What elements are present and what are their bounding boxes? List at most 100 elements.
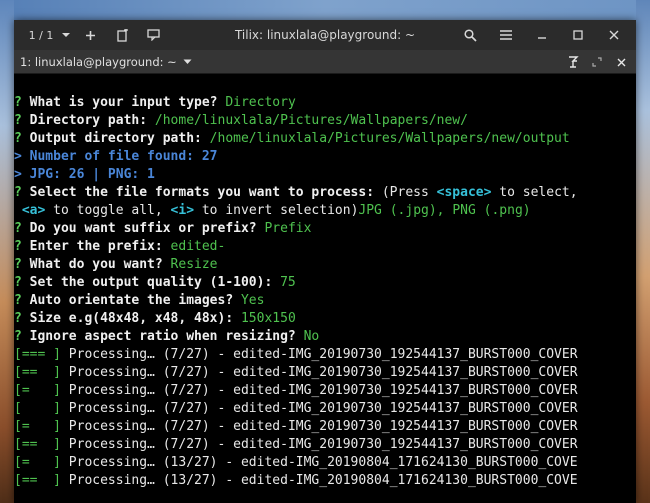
terminal-line: ? Directory path: /home/linuxlala/Pictur… (14, 112, 636, 130)
terminal-text: ? (14, 329, 30, 344)
terminal-text: What do you want? (29, 257, 171, 272)
terminal-output[interactable]: ? What is your input type? Directory? Di… (14, 74, 636, 503)
terminal-line: ? Select the file formats you want to pr… (14, 184, 636, 202)
terminal-text: edited- (170, 239, 226, 254)
terminal-line: ? Size e.g(48x48, x48, 48x): 150x150 (14, 310, 636, 328)
titlebar-right-controls (454, 24, 630, 46)
close-icon[interactable] (614, 53, 628, 71)
terminal-text: ? (14, 185, 30, 200)
terminal-text: ? (14, 239, 30, 254)
terminal-line: [=== ] Processing… (7/27) - edited-IMG_2… (14, 346, 636, 364)
chevron-down-icon[interactable] (58, 24, 74, 46)
terminal-line: ? Do you want suffix or prefix? Prefix (14, 220, 636, 238)
terminal-text: Processing… (13/27) - edited-IMG_2019080… (60, 455, 578, 470)
terminal-line: ? Auto orientate the images? Yes (14, 292, 636, 310)
terminal-text: Processing… (7/27) - edited-IMG_20190730… (60, 347, 578, 362)
terminal-text: /home/linuxlala/Pictures/Wallpapers/new/ (154, 113, 468, 128)
add-session-icon[interactable] (106, 24, 138, 46)
read-only-icon[interactable] (566, 53, 580, 71)
terminal-text: ? (14, 311, 30, 326)
terminal-line: ? Ignore aspect ratio when resizing? No (14, 328, 636, 346)
terminal-text: Do you want suffix or prefix? (29, 221, 265, 236)
close-icon[interactable] (598, 24, 630, 46)
terminal-line: > JPG: 26 | PNG: 1 (14, 166, 636, 184)
plus-icon[interactable] (74, 24, 106, 46)
desktop-wallpaper-left (0, 0, 14, 503)
terminal-text: [= ] (14, 383, 61, 398)
terminal-text: [= ] (14, 455, 61, 470)
chevron-down-icon[interactable] (183, 59, 192, 65)
terminal-text: Select the file formats you want to proc… (29, 185, 382, 200)
terminal-text: [=== ] (14, 347, 61, 362)
terminal-text: Processing… (13/27) - edited-IMG_2019080… (60, 473, 578, 488)
terminal-text: /home/linuxlala/Pictures/Wallpapers/new/… (209, 131, 570, 146)
terminal-text: [= ] (14, 419, 61, 434)
terminal-text: ? (14, 131, 30, 146)
terminal-text: to select, (491, 185, 578, 200)
terminal-line: <a> to toggle all, <i> to invert selecti… (14, 202, 636, 220)
session-counter[interactable]: 1 / 1 (24, 24, 58, 46)
terminal-text: ? (14, 113, 30, 128)
terminal-text: ? (14, 275, 30, 290)
terminal-text: Set the output quality (1-100): (29, 275, 281, 290)
terminal-text: ? (14, 221, 30, 236)
terminal-text: 150x150 (240, 311, 296, 326)
terminal-line: [== ] Processing… (7/27) - edited-IMG_20… (14, 436, 636, 454)
terminal-text: <a> (21, 203, 46, 218)
search-icon[interactable] (454, 24, 486, 46)
terminal-text: Ignore aspect ratio when resizing? (29, 329, 304, 344)
maximize-terminal-icon[interactable] (590, 53, 604, 71)
terminal-text: to toggle all, (45, 203, 171, 218)
terminal-line: > Number of file found: 27 (14, 148, 636, 166)
terminal-text: ? (14, 257, 30, 272)
tilix-window: Tilix: linuxlala@playground: ~ 1 / 1 1: … (14, 20, 636, 503)
terminal-text: Yes (240, 293, 265, 308)
terminal-text: Processing… (7/27) - edited-IMG_20190730… (60, 419, 578, 434)
terminal-line: [= ] Processing… (13/27) - edited-IMG_20… (14, 454, 636, 472)
terminal-line: ? Enter the prefix: edited- (14, 238, 636, 256)
terminal-text: [== ] (14, 473, 61, 488)
terminal-text: Enter the prefix: (29, 239, 171, 254)
titlebar: Tilix: linuxlala@playground: ~ 1 / 1 (14, 20, 636, 50)
terminal-line: [ ] Processing… (7/27) - edited-IMG_2019… (14, 400, 636, 418)
hamburger-menu-icon[interactable] (490, 24, 522, 46)
terminal-tab-label[interactable]: 1: linuxlala@playground: ~ (14, 55, 177, 69)
terminal-line: [= ] Processing… (7/27) - edited-IMG_201… (14, 382, 636, 400)
terminal-text: [== ] (14, 437, 61, 452)
terminal-text: Prefix (264, 221, 312, 236)
terminal-text: What is your input type? (29, 95, 226, 110)
terminal-line: [== ] Processing… (7/27) - edited-IMG_20… (14, 364, 636, 382)
terminal-line: ? Set the output quality (1-100): 75 (14, 274, 636, 292)
terminal-line: ? Output directory path: /home/linuxlala… (14, 130, 636, 148)
terminal-text: <space> (436, 185, 492, 200)
terminal-text: ? (14, 95, 30, 110)
terminal-tab-bar: 1: linuxlala@playground: ~ (14, 50, 636, 74)
terminal-line: ? What is your input type? Directory (14, 94, 636, 112)
terminal-text: Directory (225, 95, 296, 110)
terminal-text: 75 (280, 275, 296, 290)
terminal-line: [= ] Processing… (7/27) - edited-IMG_201… (14, 418, 636, 436)
terminal-text: Directory path: (29, 113, 155, 128)
terminal-text: Processing… (7/27) - edited-IMG_20190730… (60, 401, 578, 416)
terminal-scrollbar[interactable] (631, 74, 636, 503)
terminal-text: Auto orientate the images? (29, 293, 241, 308)
terminal-tab-controls (566, 53, 628, 71)
terminal-text: Size e.g(48x48, x48, 48x): (29, 311, 241, 326)
sync-input-icon[interactable] (138, 24, 170, 46)
titlebar-left-controls: 1 / 1 (14, 24, 170, 46)
terminal-text: (Press (381, 185, 437, 200)
terminal-text: to invert selection) (194, 203, 359, 218)
maximize-icon[interactable] (562, 24, 594, 46)
terminal-text: JPG (.jpg), PNG (.png) (358, 203, 531, 218)
terminal-text: Processing… (7/27) - edited-IMG_20190730… (60, 383, 578, 398)
terminal-text: Output directory path: (29, 131, 210, 146)
terminal-text: ? (14, 293, 30, 308)
terminal-text: No (303, 329, 320, 344)
terminal-text: Processing… (7/27) - edited-IMG_20190730… (60, 437, 578, 452)
minimize-icon[interactable] (526, 24, 558, 46)
terminal-text: <i> (170, 203, 195, 218)
terminal-text: Processing… (7/27) - edited-IMG_20190730… (60, 365, 578, 380)
terminal-text: [ ] (14, 401, 61, 416)
terminal-text: > JPG: 26 | PNG: 1 (14, 167, 155, 182)
